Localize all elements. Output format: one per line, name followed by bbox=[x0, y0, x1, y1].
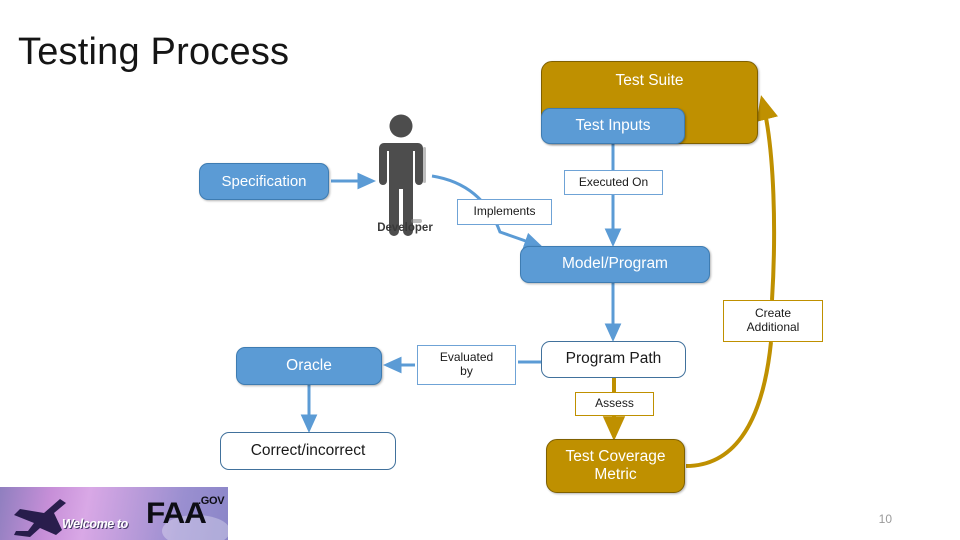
node-test-coverage-metric[interactable]: Test Coverage Metric bbox=[546, 439, 685, 493]
faa-gov-banner: Welcome to FAA .GOV bbox=[0, 487, 228, 540]
edge-label-executed-on: Executed On bbox=[564, 170, 663, 195]
slide-canvas: Testing Process Developer Test Suite Tes… bbox=[0, 0, 960, 540]
edge-label-evaluated-by-line2: by bbox=[460, 364, 473, 378]
edge-label-evaluated-by: Evaluated by bbox=[417, 345, 516, 385]
page-number: 10 bbox=[878, 512, 892, 526]
node-oracle[interactable]: Oracle bbox=[236, 347, 382, 385]
faa-welcome-text: Welcome to bbox=[62, 517, 128, 531]
node-program-path[interactable]: Program Path bbox=[541, 341, 686, 378]
connector-layer bbox=[300, 95, 778, 468]
arrow-create-additional-to-test-suite bbox=[756, 95, 778, 301]
node-test-inputs[interactable]: Test Inputs bbox=[541, 108, 685, 144]
edge-label-implements: Implements bbox=[457, 199, 552, 225]
edge-label-create-additional: Create Additional bbox=[723, 300, 823, 342]
airplane-icon bbox=[14, 499, 66, 537]
node-test-coverage-metric-line2: Metric bbox=[594, 466, 637, 483]
arrow-test-coverage-to-test-suite bbox=[685, 341, 773, 468]
edge-label-create-additional-line2: Additional bbox=[746, 320, 800, 334]
page-title: Testing Process bbox=[18, 31, 290, 73]
edge-label-evaluated-by-line1: Evaluated bbox=[439, 350, 494, 365]
developer-icon bbox=[379, 114, 426, 236]
node-test-coverage-metric-line1: Test Coverage bbox=[565, 447, 666, 465]
node-model-program[interactable]: Model/Program bbox=[520, 246, 710, 283]
faa-gov-suffix: .GOV bbox=[198, 495, 225, 507]
edge-label-assess: Assess bbox=[575, 392, 654, 416]
node-specification[interactable]: Specification bbox=[199, 163, 329, 200]
developer-label: Developer bbox=[377, 222, 433, 234]
faa-wordmark: FAA bbox=[146, 497, 207, 530]
node-correct-incorrect[interactable]: Correct/incorrect bbox=[220, 432, 396, 470]
edge-label-create-additional-line1: Create bbox=[754, 306, 792, 321]
